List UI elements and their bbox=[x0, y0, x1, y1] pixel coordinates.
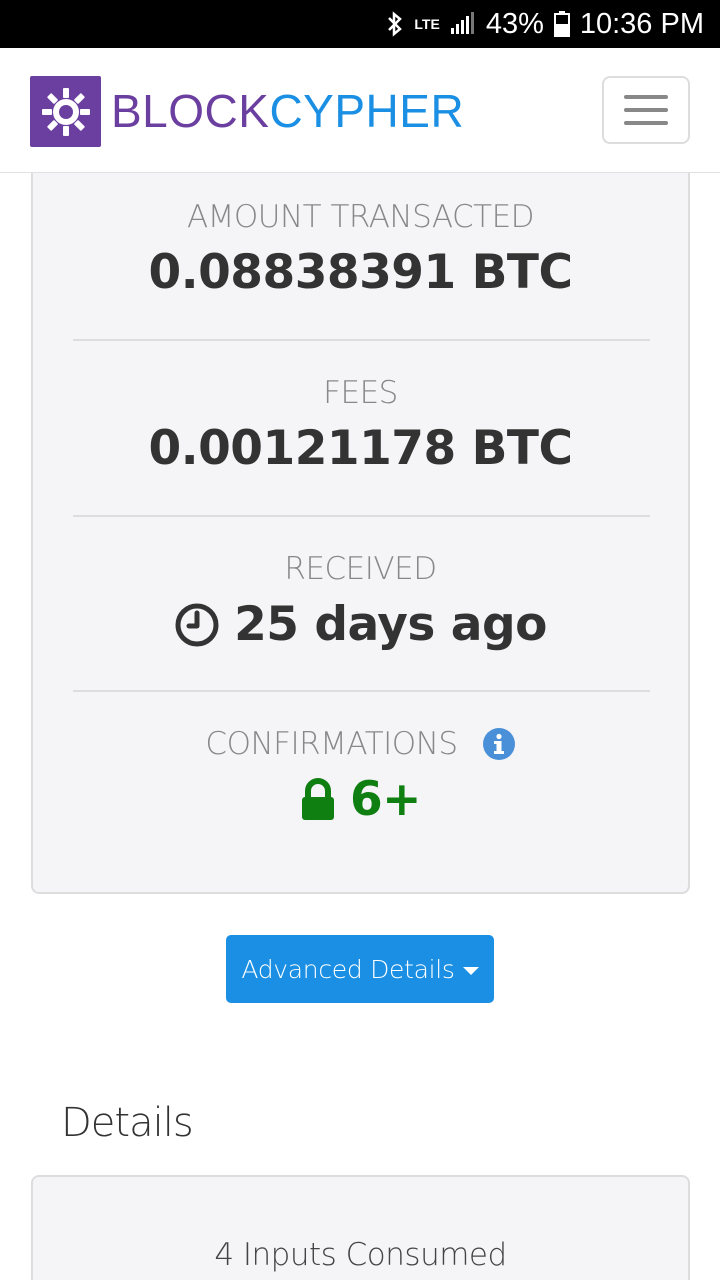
amount-section: AMOUNT TRANSACTED 0.08838391 BTC bbox=[33, 199, 688, 300]
navbar: BLOCKCYPHER bbox=[0, 48, 720, 173]
amount-label: AMOUNT TRANSACTED bbox=[186, 199, 535, 235]
clock-time: 10:36 PM bbox=[579, 7, 704, 40]
brand-cypher: CYPHER bbox=[269, 85, 465, 137]
lock-icon bbox=[301, 777, 334, 820]
blockcypher-logo[interactable] bbox=[30, 76, 101, 147]
confirmations-label: CONFIRMATIONS bbox=[205, 726, 458, 762]
advanced-details-button[interactable]: Advanced Details bbox=[226, 935, 494, 1003]
divider bbox=[73, 339, 650, 341]
battery-percent: 43% bbox=[485, 7, 544, 40]
received-section: RECEIVED 25 days ago bbox=[33, 551, 688, 660]
caret-down-icon bbox=[462, 967, 479, 975]
fees-label: FEES bbox=[323, 375, 398, 411]
details-heading: Details bbox=[61, 1100, 194, 1146]
inputs-consumed-label: 4 Inputs Consumed bbox=[214, 1237, 507, 1273]
hamburger-icon bbox=[624, 95, 668, 99]
divider bbox=[73, 690, 650, 692]
confirmations-value: 6+ bbox=[349, 772, 422, 827]
clock-icon bbox=[175, 603, 219, 646]
fees-value: 0.00121178 BTC bbox=[148, 421, 573, 476]
bluetooth-icon bbox=[386, 11, 404, 37]
status-bar: LTE 43% 10:36 PM bbox=[0, 0, 720, 48]
info-icon[interactable] bbox=[482, 727, 516, 761]
confirmations-section: CONFIRMATIONS 6+ bbox=[33, 726, 688, 834]
received-label: RECEIVED bbox=[284, 551, 437, 587]
details-card: 4 Inputs Consumed bbox=[31, 1175, 690, 1280]
transaction-summary-card: AMOUNT TRANSACTED 0.08838391 BTC FEES 0.… bbox=[31, 173, 690, 894]
network-type: LTE bbox=[414, 16, 440, 32]
brand-block: BLOCK bbox=[111, 85, 270, 137]
menu-toggle-button[interactable] bbox=[602, 76, 690, 144]
battery-icon bbox=[553, 11, 570, 37]
signal-icon bbox=[450, 12, 476, 36]
divider bbox=[73, 515, 650, 517]
advanced-details-label: Advanced Details bbox=[241, 954, 455, 984]
brand-name[interactable]: BLOCKCYPHER bbox=[111, 84, 464, 138]
fees-section: FEES 0.00121178 BTC bbox=[33, 375, 688, 476]
logo-gear-icon bbox=[41, 87, 90, 136]
amount-value: 0.08838391 BTC bbox=[148, 245, 573, 300]
received-value: 25 days ago bbox=[234, 597, 547, 652]
